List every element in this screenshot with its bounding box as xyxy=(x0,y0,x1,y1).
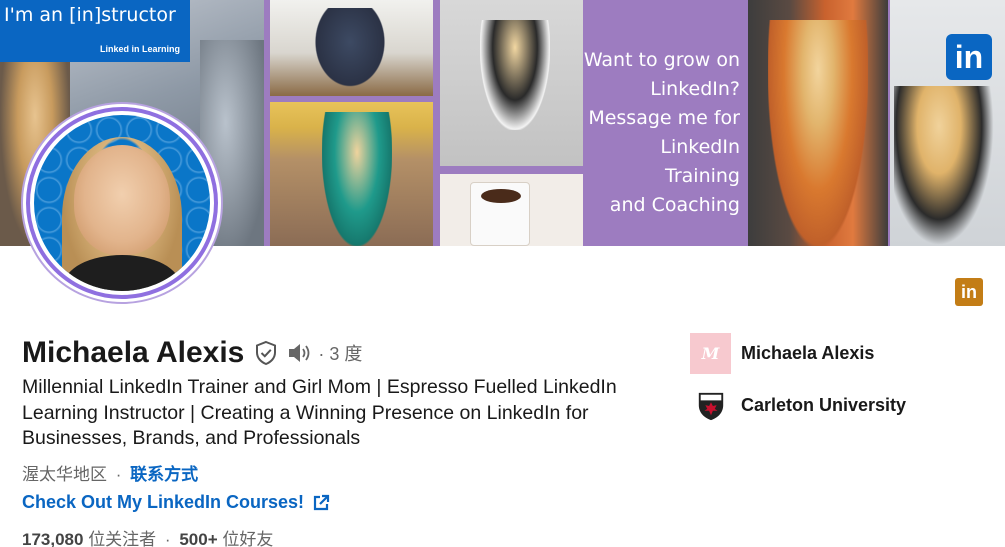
connection-degree: · 3 度 xyxy=(318,344,363,364)
profile-stats: 173,080 位关注者 · 500+ 位好友 xyxy=(22,525,273,547)
location-text: 渥太华地区 xyxy=(22,465,107,484)
instructor-card-text: I'm an [in]structor xyxy=(4,4,176,26)
banner-photo-mug: in xyxy=(890,0,1005,246)
carleton-shield-icon xyxy=(690,385,731,426)
company-name[interactable]: Michaela Alexis xyxy=(741,343,874,364)
external-link-icon[interactable] xyxy=(312,494,330,512)
instructor-card: I'm an [in]structor Linked in Learning xyxy=(0,0,190,62)
profile-name: Michaela Alexis xyxy=(22,336,245,369)
avatar[interactable] xyxy=(34,115,210,291)
linkedin-learning-logo: Linked in Learning xyxy=(99,44,180,54)
current-company[interactable]: M Michaela Alexis xyxy=(690,333,874,374)
connections-count[interactable]: 500+ xyxy=(179,530,217,547)
banner-photo-coffee xyxy=(440,174,583,246)
banner-photo-seated xyxy=(270,102,433,246)
courses-link-row[interactable]: Check Out My LinkedIn Courses! xyxy=(22,492,330,513)
coffee-mug-image xyxy=(470,182,530,246)
courses-link[interactable]: Check Out My LinkedIn Courses! xyxy=(22,492,304,513)
banner-promo-text: Want to grow on LinkedIn? Message me for… xyxy=(583,49,740,216)
location-row: 渥太华地区 · 联系方式 xyxy=(22,460,198,485)
profile-headline: Millennial LinkedIn Trainer and Girl Mom… xyxy=(22,376,617,449)
banner-promo-panel: Want to grow on LinkedIn? Message me for… xyxy=(583,0,748,246)
linkedin-logo-icon: in xyxy=(946,34,992,80)
separator-dot: · xyxy=(115,465,122,484)
contact-info-link[interactable]: 联系方式 xyxy=(130,465,198,484)
followers-label[interactable]: 位关注者 xyxy=(88,530,156,547)
connections-label[interactable]: 位好友 xyxy=(222,530,273,547)
banner-photo-podcast xyxy=(748,0,888,246)
company-logo: M xyxy=(690,333,731,374)
separator-dot: · xyxy=(164,530,171,547)
banner-photo-office xyxy=(270,0,433,96)
premium-linkedin-icon[interactable]: in xyxy=(955,278,983,306)
followers-count[interactable]: 173,080 xyxy=(22,530,83,547)
speaker-icon[interactable] xyxy=(286,341,314,365)
banner-photo-shelf xyxy=(440,0,583,166)
education-school[interactable]: Carleton University xyxy=(690,385,906,426)
school-name[interactable]: Carleton University xyxy=(741,395,906,416)
shield-check-icon[interactable] xyxy=(254,340,278,366)
name-row: Michaela Alexis · 3 度 xyxy=(22,336,362,370)
